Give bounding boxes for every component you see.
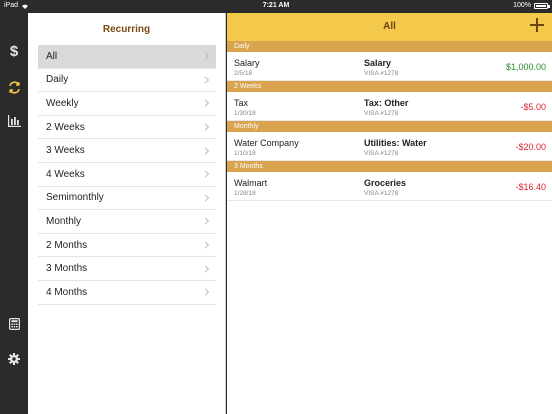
date: 1/28/18 (234, 190, 256, 197)
settings-icon[interactable] (0, 347, 28, 371)
payee: Walmart (234, 178, 268, 188)
frequency-label: Monthly (46, 215, 82, 227)
amount: $1,000.00 (505, 62, 546, 72)
account: VISA #1278 (364, 70, 399, 77)
date: 1/10/18 (234, 150, 256, 157)
add-recurring-button[interactable] (529, 17, 545, 33)
chevron-right-icon (201, 194, 210, 202)
category: Utilities: Water (364, 138, 427, 148)
status-bar: iPad 7:21 AM 100% (0, 0, 552, 13)
frequency-item-2-months[interactable]: 2 Months (38, 234, 216, 258)
battery-icon (534, 2, 550, 9)
chevron-right-icon (201, 99, 210, 108)
transaction-row[interactable]: Salary 2/5/18 Salary VISA #1278 $1,000.0… (227, 52, 552, 81)
transaction-row[interactable]: Water Company 1/10/18 Utilities: Water V… (227, 132, 552, 161)
payee: Salary (234, 58, 260, 68)
category: Tax: Other (364, 98, 409, 108)
frequency-label: Semimonthly (46, 192, 104, 204)
chevron-right-icon (201, 76, 210, 84)
category: Salary (364, 58, 392, 68)
master-title: Recurring (102, 24, 151, 35)
section-header-monthly: Monthly (227, 121, 552, 132)
section-header-daily: Daily (227, 41, 552, 52)
frequency-label: 3 Months (46, 263, 88, 275)
recurring-detail-panel: All Daily Salary 2/5/18 Salary VISA #127… (227, 13, 552, 414)
transaction-row[interactable]: Walmart 1/28/18 Groceries VISA #1278 -$1… (227, 172, 552, 201)
account: VISA #1278 (364, 150, 399, 157)
recurring-icon[interactable] (0, 75, 28, 99)
chevron-right-icon (201, 217, 210, 225)
frequency-item-all[interactable]: All (38, 45, 216, 69)
section-header-3-months: 3 Months (227, 161, 552, 172)
date: 1/30/18 (234, 110, 256, 117)
svg-text:$: $ (10, 43, 19, 59)
dollar-icon[interactable]: $ (0, 39, 28, 63)
account: VISA #1278 (364, 110, 399, 117)
payee: Water Company (234, 138, 299, 148)
date: 2/5/18 (234, 70, 253, 77)
frequency-item-daily[interactable]: Daily (38, 69, 216, 93)
chevron-right-icon (201, 288, 210, 296)
transaction-row[interactable]: Tax 1/30/18 Tax: Other VISA #1278 -$5.00 (227, 92, 552, 121)
app-icon-bar: $ (0, 13, 28, 414)
frequency-item-4-months[interactable]: 4 Months (38, 281, 216, 305)
amount: -$20.00 (515, 142, 546, 152)
frequency-item-2-weeks[interactable]: 2 Weeks (38, 116, 216, 140)
reports-icon[interactable] (0, 109, 28, 133)
frequency-label: 4 Months (46, 286, 88, 298)
frequency-label: 2 Months (46, 239, 88, 251)
amount: -$16.40 (515, 182, 546, 192)
account: VISA #1278 (364, 190, 399, 197)
amount: -$5.00 (520, 102, 546, 112)
frequency-label: Weekly (46, 97, 79, 109)
frequency-item-3-weeks[interactable]: 3 Weeks (38, 139, 216, 163)
detail-title: All (383, 21, 396, 32)
frequency-list: All Daily Weekly 2 Weeks 3 Weeks 4 Weeks… (38, 45, 216, 305)
recurring-transaction-list: Daily Salary 2/5/18 Salary VISA #1278 $1… (227, 41, 552, 201)
chevron-right-icon (201, 147, 210, 155)
chevron-right-icon (201, 241, 210, 249)
detail-header: All (227, 13, 552, 41)
status-right: 100% (513, 2, 550, 9)
frequency-item-semimonthly[interactable]: Semimonthly (38, 187, 216, 211)
frequency-label: 2 Weeks (46, 121, 85, 133)
frequency-label: 3 Weeks (46, 145, 85, 157)
frequency-item-weekly[interactable]: Weekly (38, 92, 216, 116)
payee: Tax (234, 98, 249, 108)
recurring-master-panel: Recurring All Daily Weekly 2 Weeks 3 Wee… (28, 13, 226, 414)
chevron-right-icon (201, 170, 210, 178)
battery-percent: 100% (513, 2, 531, 9)
chevron-right-icon (201, 52, 210, 60)
status-time: 7:21 AM (262, 2, 290, 9)
chevron-right-icon (201, 123, 210, 131)
section-header-2-weeks: 2 Weeks (227, 81, 552, 92)
category: Groceries (364, 178, 407, 188)
frequency-item-3-months[interactable]: 3 Months (38, 257, 216, 281)
frequency-label: Daily (46, 74, 69, 86)
calculator-icon[interactable] (0, 312, 28, 336)
chevron-right-icon (201, 265, 210, 273)
frequency-item-monthly[interactable]: Monthly (38, 210, 216, 234)
frequency-label: 4 Weeks (46, 168, 85, 180)
frequency-item-4-weeks[interactable]: 4 Weeks (38, 163, 216, 187)
frequency-label: All (46, 50, 58, 62)
